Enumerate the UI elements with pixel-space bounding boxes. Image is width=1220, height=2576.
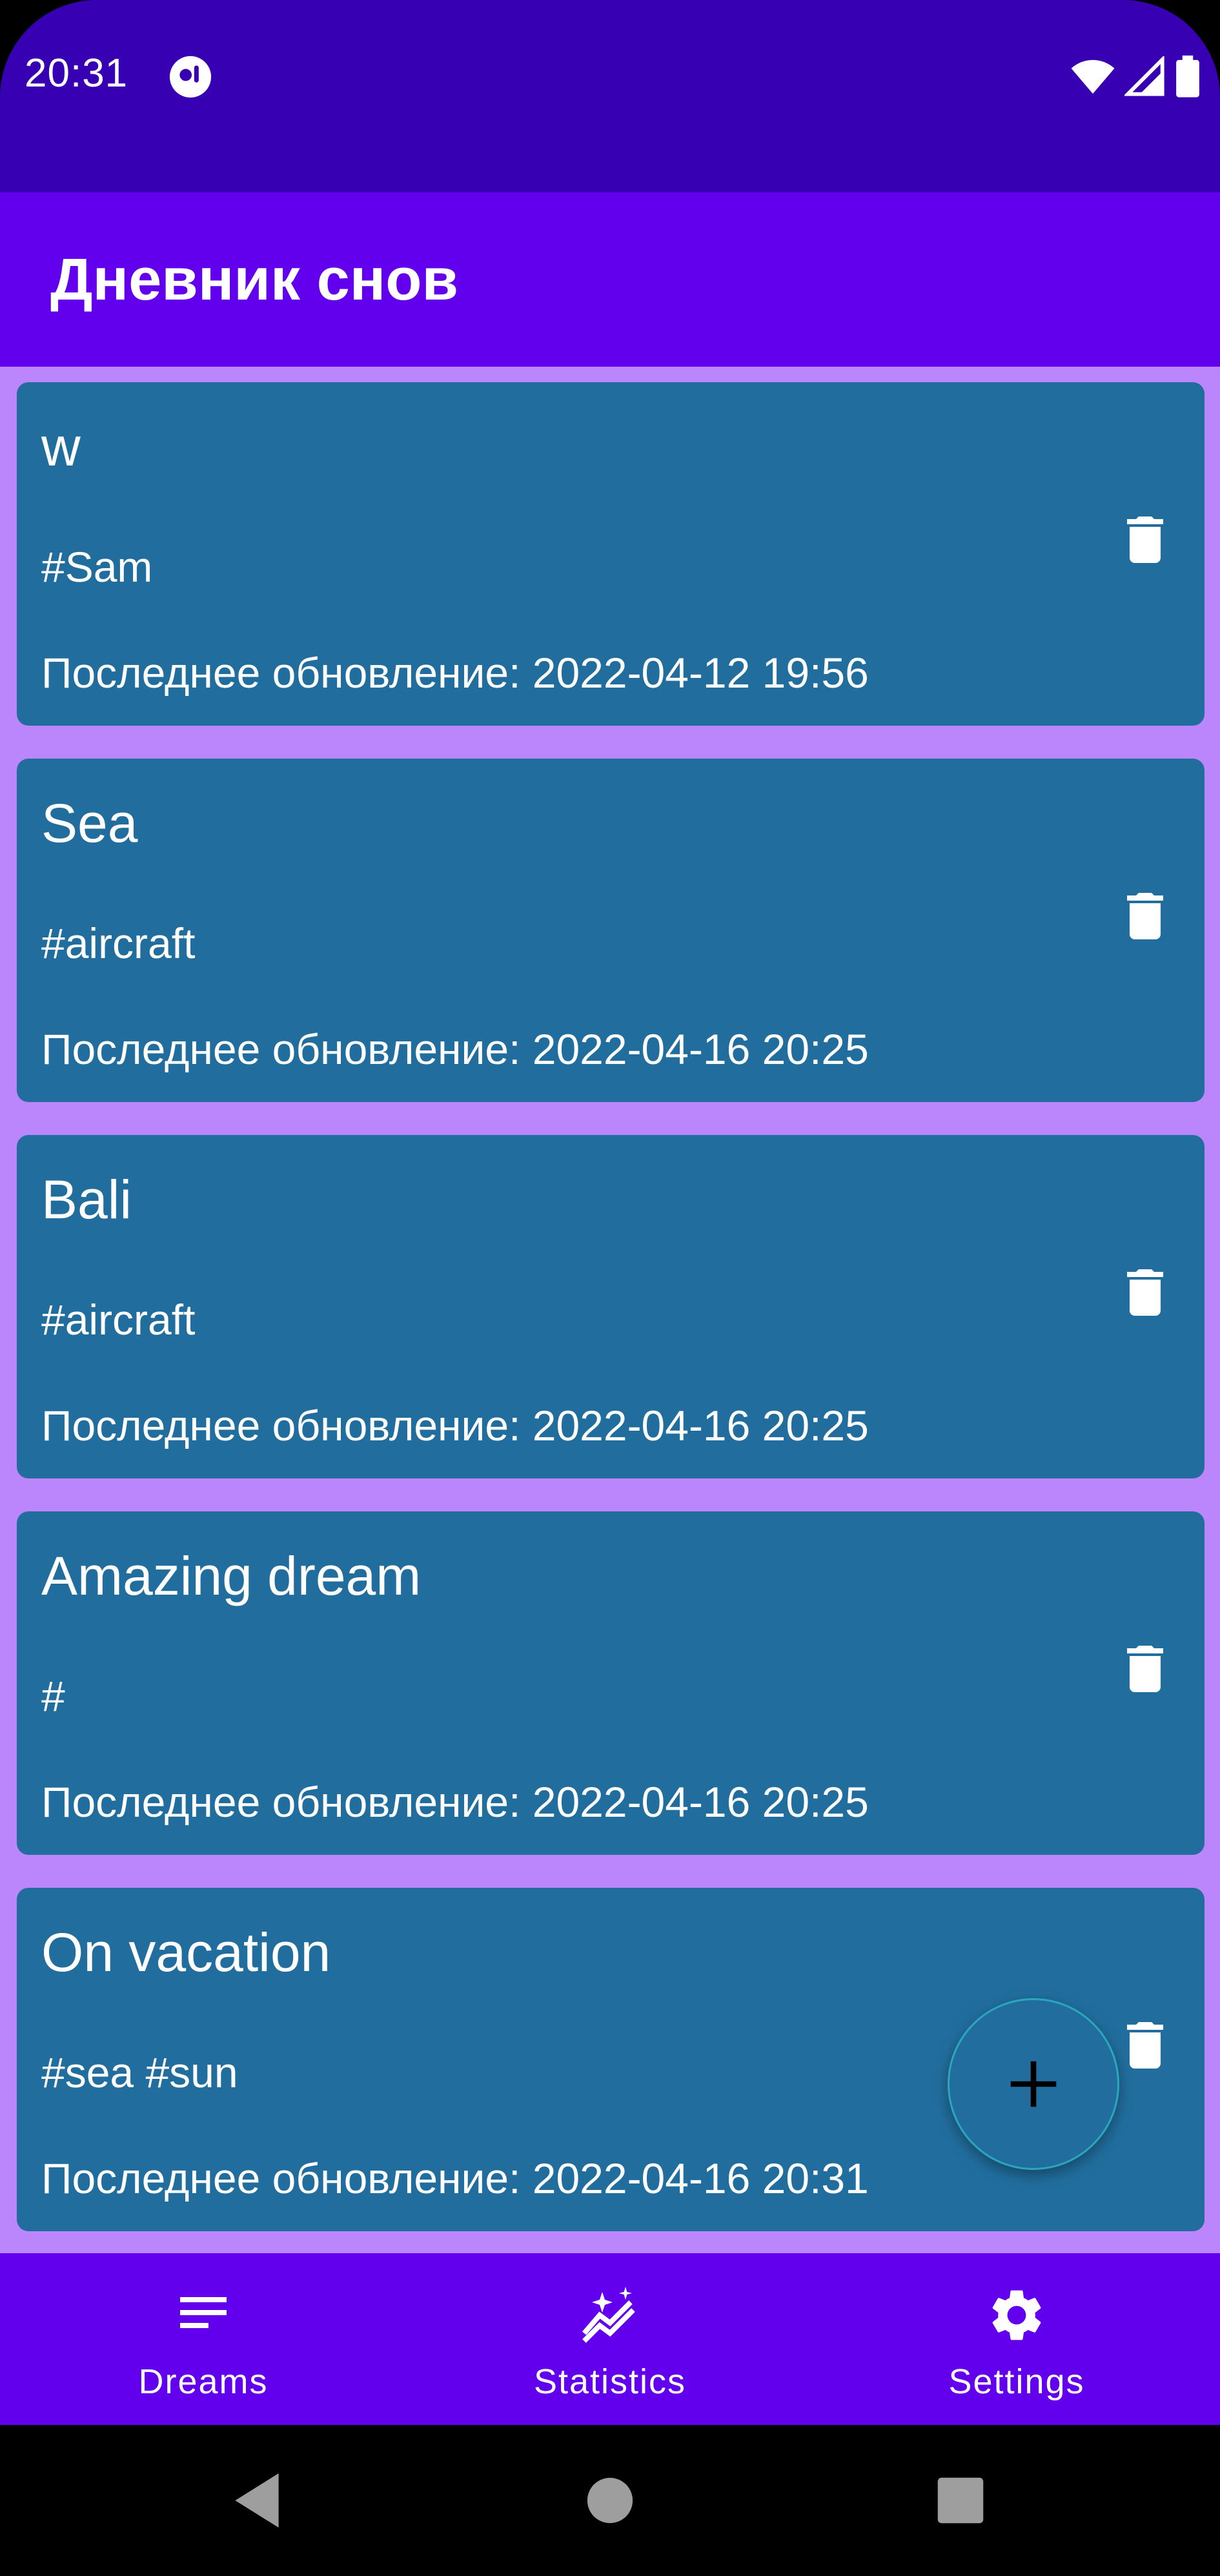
gear-icon: [992, 2290, 1041, 2340]
system-navigation: [0, 2425, 1220, 2576]
dream-title: w: [41, 416, 81, 477]
dream-card[interactable]: Amazing dream # Последнее обновление: 20…: [17, 1511, 1205, 1855]
dream-updated: Последнее обновление: 2022-04-16 20:25: [41, 1402, 869, 1449]
dream-list[interactable]: w #Sam Последнее обновление: 2022-04-12 …: [0, 367, 1220, 2253]
nav-item-settings[interactable]: Settings: [813, 2253, 1220, 2425]
plus-icon: [1010, 2061, 1057, 2107]
nav-item-statistics[interactable]: Statistics: [407, 2253, 813, 2425]
dream-title: On vacation: [41, 1922, 331, 1983]
home-icon[interactable]: [585, 2470, 635, 2531]
assistant-icon: [169, 56, 212, 98]
app-bar: Дневник снов: [0, 192, 1220, 367]
trash-icon[interactable]: [1114, 1262, 1176, 1324]
nav-item-label: Statistics: [533, 2362, 687, 2401]
dream-tags: #aircraft: [41, 1296, 196, 1344]
dream-card[interactable]: w #Sam Последнее обновление: 2022-04-12 …: [17, 382, 1205, 726]
dream-card[interactable]: Sea #aircraft Последнее обновление: 2022…: [17, 759, 1205, 1102]
auto-graph-icon: [582, 2287, 635, 2343]
dream-card[interactable]: Bali #aircraft Последнее обновление: 202…: [17, 1135, 1205, 1478]
dream-tags: #: [41, 1672, 65, 1720]
list-icon: [180, 2297, 227, 2328]
trash-icon[interactable]: [1114, 885, 1176, 947]
page-title: Дневник снов: [50, 247, 459, 312]
battery-icon: [1176, 56, 1199, 97]
phone-screen: 20:31 Дневник снов w #Sam Последнее обно…: [0, 0, 1220, 2576]
status-indicators: [1070, 54, 1201, 99]
dream-tags: #sea #sun: [41, 2049, 238, 2096]
trash-icon[interactable]: [1114, 509, 1176, 571]
trash-icon[interactable]: [1114, 1638, 1176, 1700]
cell-signal-icon: [1124, 56, 1164, 96]
bottom-navigation: Dreams Statistics Settings: [0, 2253, 1220, 2425]
dream-updated: Последнее обновление: 2022-04-16 20:25: [41, 1025, 869, 1073]
recents-icon[interactable]: [935, 2470, 986, 2531]
nav-item-dreams[interactable]: Dreams: [0, 2253, 407, 2425]
nav-item-label: Settings: [948, 2362, 1085, 2401]
dream-title: Bali: [41, 1169, 132, 1230]
add-dream-button[interactable]: [948, 1998, 1119, 2170]
dream-tags: #Sam: [41, 543, 153, 591]
wifi-icon: [1071, 59, 1115, 94]
dream-updated: Последнее обновление: 2022-04-12 19:56: [41, 649, 869, 697]
back-icon[interactable]: [230, 2470, 284, 2531]
dream-title: Amazing dream: [41, 1546, 422, 1606]
nav-item-label: Dreams: [138, 2362, 269, 2401]
dream-updated: Последнее обновление: 2022-04-16 20:25: [41, 1778, 869, 1826]
status-bar: 20:31: [0, 0, 1220, 192]
trash-icon[interactable]: [1114, 2014, 1176, 2076]
dream-updated: Последнее обновление: 2022-04-16 20:31: [41, 2154, 869, 2202]
dream-tags: #aircraft: [41, 919, 196, 967]
status-time: 20:31: [25, 51, 128, 96]
dream-title: Sea: [41, 793, 138, 854]
